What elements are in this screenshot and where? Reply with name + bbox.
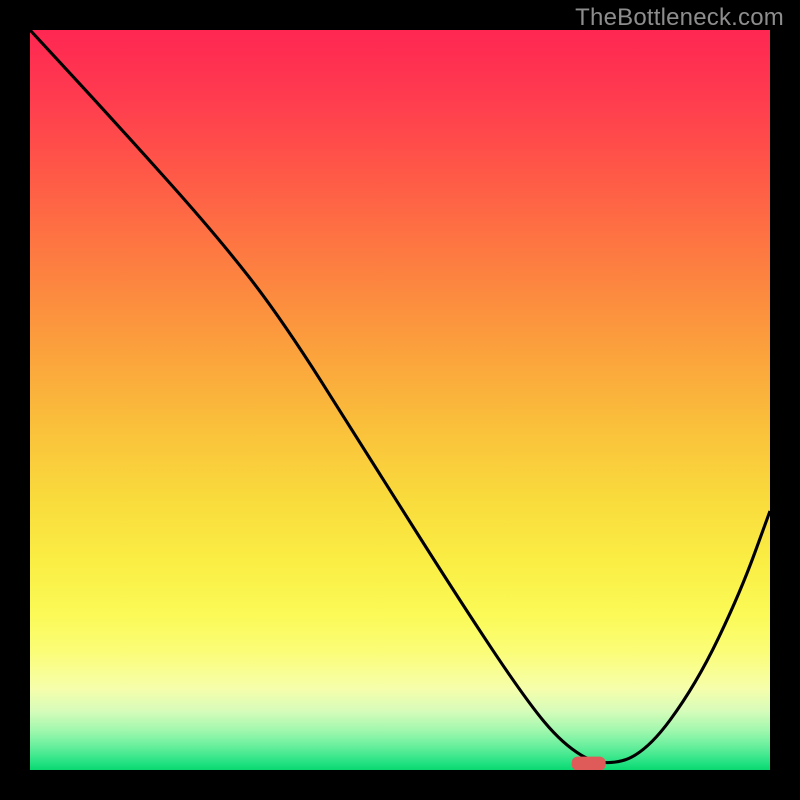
chart-overlay	[30, 30, 770, 770]
chart-frame: TheBottleneck.com	[0, 0, 800, 800]
watermark-text: TheBottleneck.com	[575, 4, 784, 32]
optimal-marker	[572, 757, 606, 770]
plot-area	[30, 30, 770, 770]
bottleneck-curve	[30, 30, 770, 763]
